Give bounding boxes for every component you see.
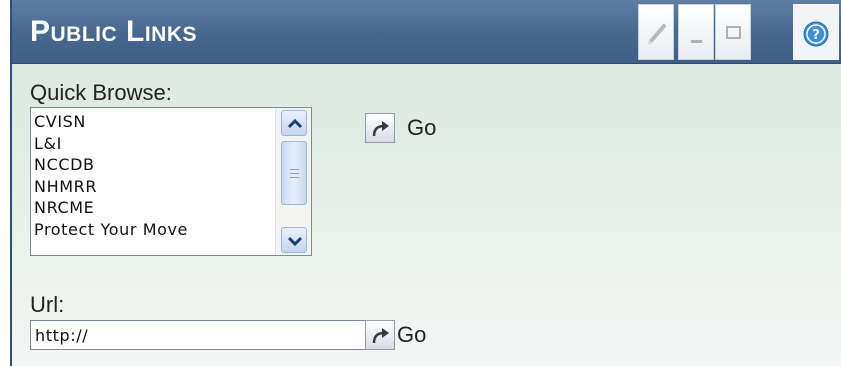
listbox-scrollbar[interactable] <box>275 108 311 255</box>
portlet-title: Public Links <box>30 15 198 48</box>
minimize-button[interactable] <box>678 4 714 60</box>
scroll-down-button[interactable] <box>281 227 307 253</box>
quick-browse-listbox[interactable]: CVISN L&I NCCDB NHMRR NRCME Protect Your Move <box>30 107 312 256</box>
help-button[interactable]: ? <box>793 4 839 60</box>
quick-browse-label: Quick Browse: <box>30 80 172 105</box>
public-links-portlet: Public Links ? Quick Browse: CVISN L&I N… <box>10 0 841 366</box>
maximize-button[interactable] <box>715 4 751 60</box>
chevron-down-icon <box>287 236 303 247</box>
url-input[interactable] <box>30 320 366 350</box>
help-icon: ? <box>803 21 829 47</box>
quick-browse-options: CVISN L&I NCCDB NHMRR NRCME Protect Your Move <box>34 111 188 240</box>
url-go-label[interactable]: Go <box>397 322 426 348</box>
svg-text:?: ? <box>812 28 820 43</box>
url-go-button[interactable] <box>365 320 395 350</box>
quick-browse-go-button[interactable] <box>365 113 395 143</box>
portlet-header: Public Links ? <box>12 0 841 64</box>
maximize-icon <box>726 26 741 39</box>
minimize-icon <box>691 40 702 43</box>
arrow-redirect-icon <box>372 328 389 344</box>
listbox-option[interactable]: NRCME <box>34 197 188 219</box>
listbox-option[interactable]: CVISN <box>34 111 188 133</box>
listbox-option[interactable]: Protect Your Move <box>34 219 188 241</box>
arrow-redirect-icon <box>372 121 389 137</box>
listbox-option[interactable]: NCCDB <box>34 154 188 176</box>
listbox-option[interactable]: L&I <box>34 133 188 155</box>
scroll-up-button[interactable] <box>281 110 307 136</box>
edit-button[interactable] <box>638 4 674 60</box>
quick-browse-go-label[interactable]: Go <box>407 115 436 141</box>
pencil-icon <box>647 24 666 45</box>
listbox-option[interactable]: NHMRR <box>34 176 188 198</box>
url-label: Url: <box>30 292 65 317</box>
scroll-thumb[interactable] <box>281 141 307 205</box>
chevron-up-icon <box>287 118 303 129</box>
